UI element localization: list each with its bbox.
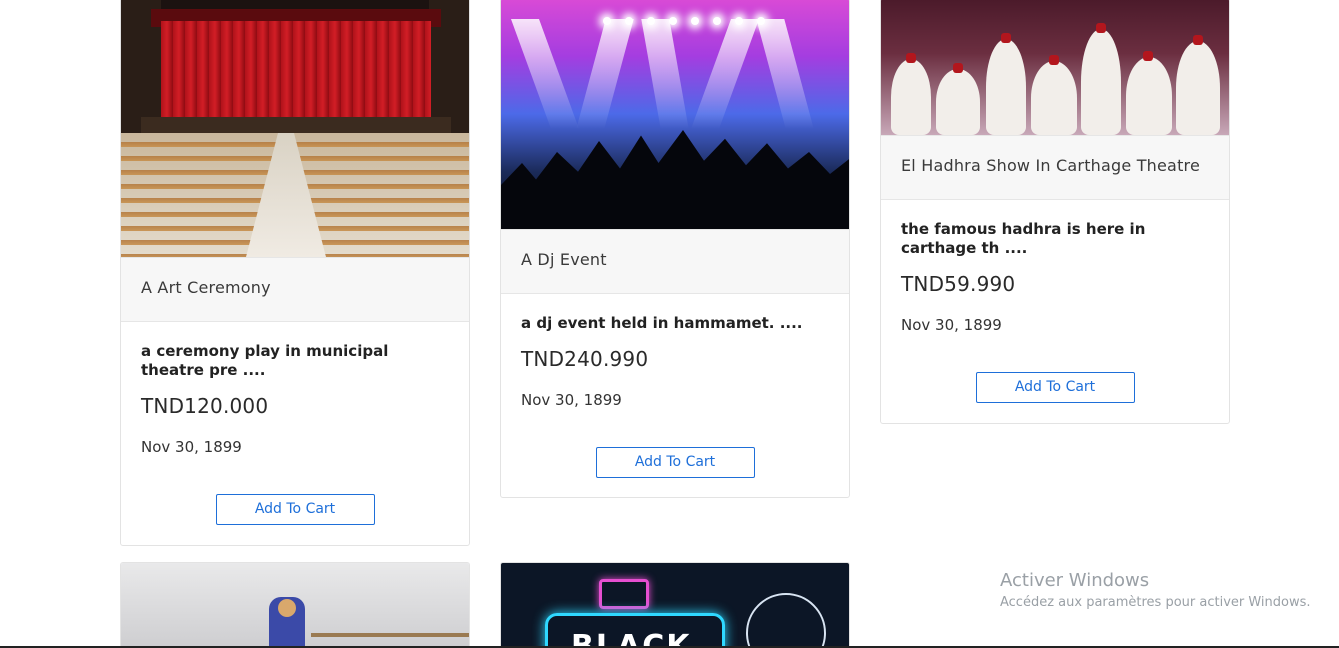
product-image-gym[interactable] (121, 563, 469, 648)
product-price: TND240.990 (521, 347, 649, 371)
product-card: El Hadhra Show In Carthage Theatre the f… (880, 0, 1230, 424)
product-title: El Hadhra Show In Carthage Theatre (881, 135, 1229, 200)
product-card: A Art Ceremony a ceremony play in munici… (120, 0, 470, 546)
product-card (120, 562, 470, 648)
cart-icon (599, 579, 649, 609)
product-image-dj[interactable] (501, 0, 849, 229)
add-to-cart-button[interactable]: Add To Cart (215, 494, 375, 525)
product-date: Nov 30, 1899 (901, 316, 1002, 334)
product-description: a ceremony play in municipal theatre pre… (141, 342, 389, 379)
add-to-cart-button[interactable]: Add To Cart (975, 372, 1135, 403)
product-date: Nov 30, 1899 (521, 391, 622, 409)
product-description: the famous hadhra is here in carthage th… (901, 220, 1146, 257)
product-title: A Dj Event (501, 229, 849, 294)
product-title: A Art Ceremony (121, 257, 469, 322)
product-price: TND120.000 (141, 394, 269, 418)
product-image-hadhra[interactable] (881, 0, 1229, 135)
product-image-theatre[interactable] (121, 0, 469, 257)
product-date: Nov 30, 1899 (141, 438, 242, 456)
add-to-cart-button[interactable]: Add To Cart (595, 447, 755, 478)
product-card: BLACK (500, 562, 850, 648)
product-card: A Dj Event a dj event held in hammamet. … (500, 0, 850, 498)
watermark-title: Activer Windows (1000, 570, 1150, 591)
product-price: TND59.990 (901, 272, 1016, 296)
watermark-subtitle: Accédez aux paramètres pour activer Wind… (1000, 595, 1311, 610)
product-image-black-friday[interactable]: BLACK (501, 563, 849, 648)
windows-activation-watermark: Activer Windows Accédez aux paramètres p… (1000, 570, 1311, 610)
product-description: a dj event held in hammamet. .... (521, 314, 803, 332)
